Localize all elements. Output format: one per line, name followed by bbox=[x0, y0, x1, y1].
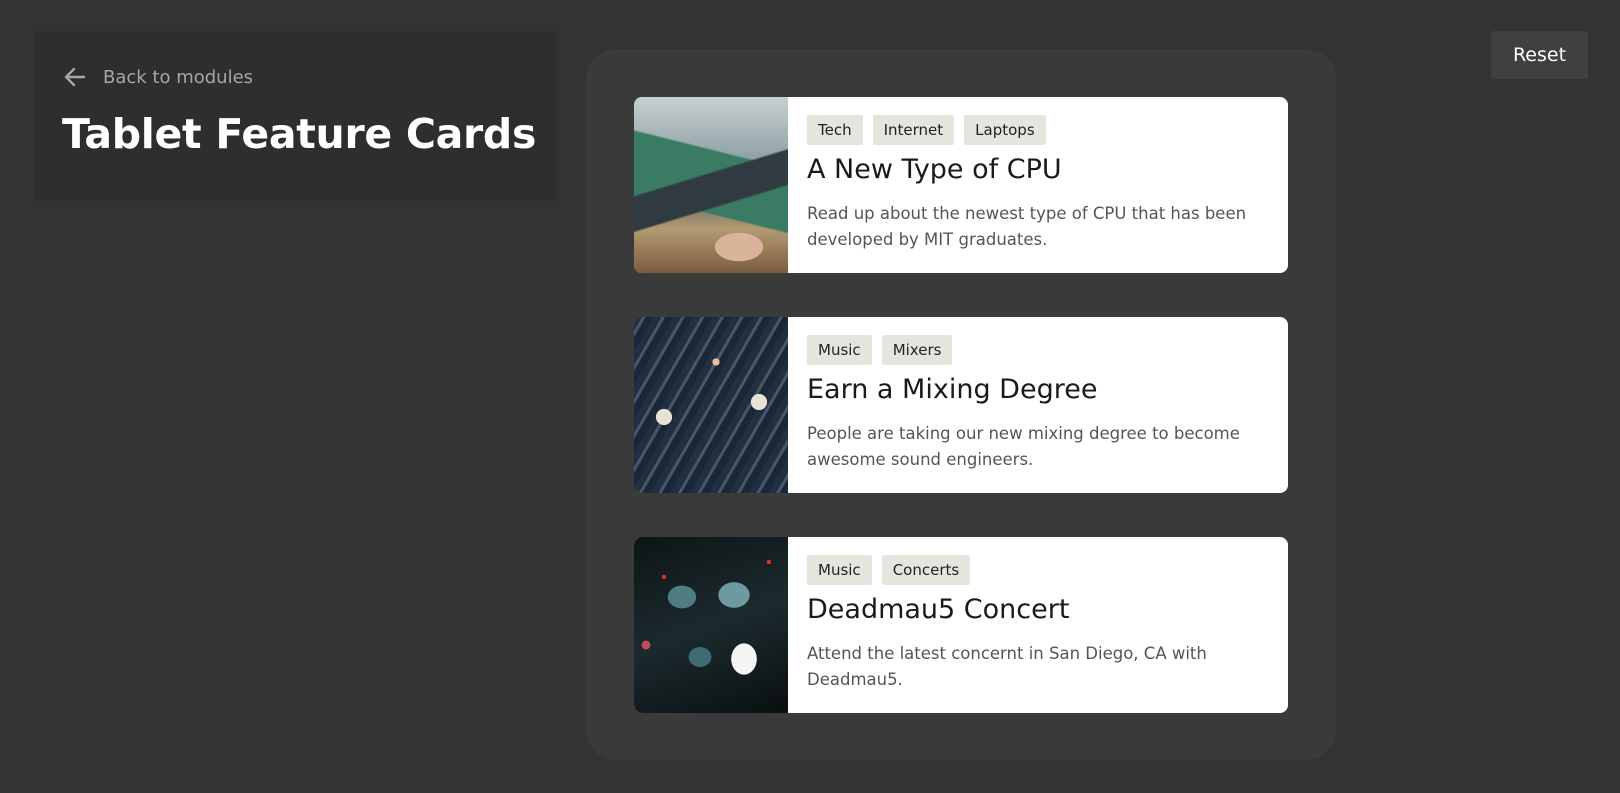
tag-list: Tech Internet Laptops bbox=[807, 115, 1247, 145]
cards-container: Tech Internet Laptops A New Type of CPU … bbox=[586, 49, 1336, 760]
reset-button[interactable]: Reset bbox=[1491, 31, 1588, 79]
card-body: Tech Internet Laptops A New Type of CPU … bbox=[788, 97, 1267, 273]
mixing-console-photo bbox=[634, 317, 788, 493]
tag[interactable]: Laptops bbox=[964, 115, 1046, 145]
card-body: Music Concerts Deadmau5 Concert Attend t… bbox=[788, 537, 1267, 713]
card-title[interactable]: Earn a Mixing Degree bbox=[807, 373, 1247, 407]
card-description: People are taking our new mixing degree … bbox=[807, 424, 1240, 469]
tag[interactable]: Music bbox=[807, 335, 872, 365]
laptop-photo bbox=[634, 97, 788, 273]
tag[interactable]: Music bbox=[807, 555, 872, 585]
feature-card[interactable]: Tech Internet Laptops A New Type of CPU … bbox=[634, 97, 1288, 273]
card-body: Music Mixers Earn a Mixing Degree People… bbox=[788, 317, 1267, 493]
tag[interactable]: Internet bbox=[872, 115, 955, 145]
concert-photo bbox=[634, 537, 788, 713]
tag-list: Music Concerts bbox=[807, 555, 1247, 585]
feature-card[interactable]: Music Mixers Earn a Mixing Degree People… bbox=[634, 317, 1288, 493]
back-link-label: Back to modules bbox=[103, 66, 254, 88]
back-to-modules-link[interactable]: Back to modules bbox=[63, 64, 556, 90]
tag[interactable]: Concerts bbox=[881, 555, 971, 585]
tag[interactable]: Tech bbox=[807, 115, 863, 145]
tag-list: Music Mixers bbox=[807, 335, 1247, 365]
card-description: Read up about the newest type of CPU tha… bbox=[807, 204, 1247, 249]
header-panel: Back to modules Tablet Feature Cards bbox=[33, 31, 556, 201]
card-description: Attend the latest concernt in San Diego,… bbox=[807, 644, 1207, 689]
card-title[interactable]: Deadmau5 Concert bbox=[807, 593, 1247, 627]
feature-card[interactable]: Music Concerts Deadmau5 Concert Attend t… bbox=[634, 537, 1288, 713]
page-title: Tablet Feature Cards bbox=[62, 110, 537, 158]
arrow-left-icon bbox=[64, 67, 86, 87]
tag[interactable]: Mixers bbox=[881, 335, 953, 365]
card-title[interactable]: A New Type of CPU bbox=[807, 153, 1247, 187]
